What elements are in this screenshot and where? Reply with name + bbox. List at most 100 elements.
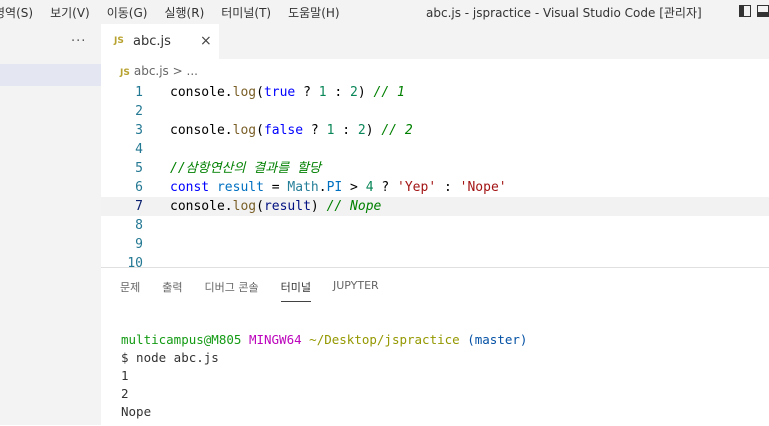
terminal-output-line: Nope: [121, 404, 152, 419]
panel-tabs: 문제 출력 디버그 콘솔 터미널 JUPYTER: [120, 279, 401, 302]
menu-view[interactable]: 보기(V): [50, 4, 90, 21]
line-number: 8: [135, 218, 143, 233]
sidebar-selected-item[interactable]: [0, 64, 101, 86]
code-line[interactable]: 8: [101, 216, 769, 235]
sidebar: ···: [0, 24, 101, 425]
breadcrumb-file[interactable]: abc.js: [134, 64, 169, 78]
code-token: 1: [318, 85, 327, 100]
code-line[interactable]: 4: [101, 140, 769, 159]
javascript-file-icon: JS: [114, 36, 124, 46]
tab-abc-js[interactable]: JS abc.js ×: [101, 24, 219, 59]
code-token: true: [263, 85, 296, 100]
code-token: :: [334, 123, 358, 138]
code-token: .: [224, 199, 233, 214]
code-line[interactable]: 6 const result = Math.PI > 4 ? 'Yep' : 'N…: [101, 178, 769, 197]
tab-label: abc.js: [133, 34, 171, 49]
code-line[interactable]: 5 //삼항연산의 결과를 할당: [101, 159, 769, 178]
close-icon[interactable]: ×: [200, 33, 212, 49]
line-number: 1: [135, 85, 143, 100]
tab-debug-console[interactable]: 디버그 콘솔: [205, 279, 259, 302]
terminal-prompt-host: MINGW64: [248, 332, 302, 347]
code-token: result: [263, 199, 311, 214]
code-token: // 2: [381, 123, 413, 138]
code-token: (: [256, 85, 264, 100]
tab-terminal[interactable]: 터미널: [280, 279, 311, 302]
code-token: ?: [373, 180, 398, 195]
code-token: false: [263, 123, 304, 138]
terminal-prompt-user: multicampus@M805: [121, 332, 242, 347]
code-token: .: [224, 85, 233, 100]
menu-run[interactable]: 실행(R): [164, 4, 204, 21]
javascript-file-icon: JS: [120, 68, 130, 78]
tab-problems[interactable]: 문제: [120, 279, 140, 302]
code-token: const: [170, 180, 210, 195]
line-number: 4: [135, 142, 143, 157]
code-token: 'Nope': [459, 180, 507, 195]
code-line[interactable]: 7 console.log(result) // Nope: [101, 197, 769, 216]
code-line[interactable]: 9: [101, 235, 769, 254]
code-token: console: [170, 85, 225, 100]
breadcrumb-separator: >: [172, 64, 183, 78]
more-actions-icon[interactable]: ···: [71, 34, 86, 49]
code-token: Math: [287, 180, 319, 195]
tab-jupyter[interactable]: JUPYTER: [333, 279, 379, 302]
code-token: // 1: [373, 85, 405, 100]
code-text: console.log(false ? 1 : 2) // 2: [170, 121, 413, 140]
terminal-prompt-path: ~/Desktop/jspractice: [309, 332, 460, 347]
title-bar: 영역(S) 보기(V) 이동(G) 실행(R) 터미널(T) 도움말(H) ab…: [0, 0, 769, 24]
code-token: PI: [326, 180, 343, 195]
menu-terminal[interactable]: 터미널(T): [221, 4, 271, 21]
code-token: =: [263, 180, 288, 195]
menu-go[interactable]: 이동(G): [107, 4, 148, 21]
code-token: 4: [365, 180, 374, 195]
code-text: console.log(true ? 1 : 2) // 1: [170, 83, 405, 102]
terminal-output-line: 2: [121, 386, 129, 401]
code-token: (: [256, 123, 264, 138]
code-token: ): [310, 199, 327, 214]
code-token: 2: [350, 85, 358, 100]
code-token: 2: [357, 123, 366, 138]
menu-bar: 영역(S) 보기(V) 이동(G) 실행(R) 터미널(T) 도움말(H): [0, 4, 357, 21]
tab-output[interactable]: 출력: [162, 279, 182, 302]
code-token: (: [256, 199, 264, 214]
code-token: log: [232, 199, 257, 214]
breadcrumb-trail[interactable]: ...: [187, 64, 198, 78]
code-token: log: [232, 123, 257, 138]
window-title: abc.js - jspractice - Visual Studio Code…: [426, 6, 702, 20]
tab-bar: JS abc.js ×: [101, 24, 769, 59]
code-token: :: [436, 180, 460, 195]
code-text: const result = Math.PI > 4 ? 'Yep' : 'No…: [170, 178, 507, 197]
layout-controls: [739, 5, 769, 17]
terminal-prompt-branch: (master): [467, 332, 528, 347]
code-token: ?: [295, 85, 319, 100]
menu-help[interactable]: 도움말(H): [288, 4, 340, 21]
code-token: ?: [303, 123, 327, 138]
code-line[interactable]: 2: [101, 102, 769, 121]
code-text: //삼항연산의 결과를 할당: [170, 159, 321, 178]
terminal-output[interactable]: multicampus@M805 MINGW64 ~/Desktop/jspra…: [121, 331, 527, 421]
code-token: // Nope: [326, 199, 382, 214]
code-editor[interactable]: 1 console.log(true ? 1 : 2) // 1 2 3 console…: [101, 81, 769, 267]
code-line[interactable]: 3 console.log(false ? 1 : 2) // 2: [101, 121, 769, 140]
code-token: .: [318, 180, 327, 195]
line-number: 10: [127, 256, 143, 267]
terminal-command: $ node abc.js: [121, 350, 219, 365]
code-line[interactable]: 10: [101, 254, 769, 267]
code-token: //삼항연산의 결과를 할당: [170, 161, 321, 176]
code-token: 'Yep': [397, 180, 437, 195]
code-token: log: [232, 85, 257, 100]
code-token: >: [342, 180, 366, 195]
code-token: result: [216, 180, 264, 195]
menu-selection[interactable]: 영역(S): [0, 4, 33, 21]
bottom-panel: 문제 출력 디버그 콘솔 터미널 JUPYTER multicampus@M80…: [101, 267, 769, 426]
toggle-sidebar-icon[interactable]: [739, 5, 751, 17]
toggle-panel-icon[interactable]: [757, 5, 769, 17]
code-line[interactable]: 1 console.log(true ? 1 : 2) // 1: [101, 83, 769, 102]
line-number: 3: [135, 123, 143, 138]
code-token: :: [326, 85, 351, 100]
line-number: 6: [135, 180, 143, 195]
terminal-output-line: 1: [121, 368, 129, 383]
line-number: 5: [135, 161, 143, 176]
code-token: console: [170, 199, 225, 214]
